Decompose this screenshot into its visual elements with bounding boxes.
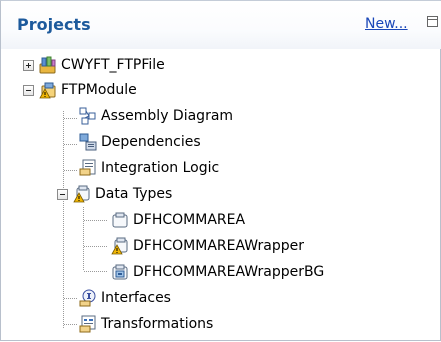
tree-connector <box>64 118 78 119</box>
interfaces-icon <box>79 289 97 307</box>
tree-item-label: Integration Logic <box>101 160 220 176</box>
business-graph-icon <box>111 263 129 281</box>
collapse-toggle[interactable] <box>23 85 34 96</box>
expand-toggle[interactable] <box>23 60 34 71</box>
tree-item-label: Transformations <box>101 316 214 332</box>
tree-item-label: DFHCOMMAREAWrapper <box>133 238 304 254</box>
data-types-warning-icon <box>73 185 91 203</box>
tree-item-cwyft-ftpfile[interactable]: CWYFT_FTPFile <box>39 53 165 77</box>
tree-item-assembly-diagram[interactable]: Assembly Diagram <box>79 104 233 128</box>
business-object-icon <box>111 211 129 229</box>
collapse-toggle[interactable] <box>57 189 68 200</box>
dependencies-icon <box>79 133 97 151</box>
tree-item-dfhcommarea[interactable]: DFHCOMMAREA <box>111 208 245 232</box>
tree-connector <box>64 324 78 325</box>
tree-item-transformations[interactable]: Transformations <box>79 312 213 336</box>
tree-item-label: DFHCOMMAREAWrapperBG <box>133 264 325 280</box>
library-project-icon <box>39 56 57 74</box>
tree-item-data-types[interactable]: Data Types <box>73 182 172 206</box>
tree-connector <box>64 170 78 171</box>
tree-connector <box>64 298 78 299</box>
tree-item-label: Data Types <box>95 186 173 202</box>
tree-item-ftpmodule[interactable]: FTPModule <box>39 78 137 102</box>
tree-item-integration-logic[interactable]: Integration Logic <box>79 156 219 180</box>
project-tree: CWYFT_FTPFile FTPModule Assembly Diagram… <box>1 1 441 342</box>
integration-logic-icon <box>79 159 97 177</box>
tree-connector <box>84 271 108 272</box>
tree-connector <box>64 144 78 145</box>
tree-item-label: Assembly Diagram <box>101 108 234 124</box>
tree-item-label: Interfaces <box>101 290 171 306</box>
tree-item-label: Dependencies <box>101 134 201 150</box>
tree-item-label: CWYFT_FTPFile <box>61 57 165 73</box>
tree-item-dfhcommareawrapper[interactable]: DFHCOMMAREAWrapper <box>111 234 304 258</box>
tree-item-dfhcommareawrapperbg[interactable]: DFHCOMMAREAWrapperBG <box>111 260 324 284</box>
tree-connector <box>84 246 108 247</box>
tree-connector <box>83 207 84 271</box>
tree-item-dependencies[interactable]: Dependencies <box>79 130 201 154</box>
transformations-icon <box>79 315 97 333</box>
tree-item-label: FTPModule <box>61 82 137 98</box>
tree-item-interfaces[interactable]: Interfaces <box>79 286 171 310</box>
module-project-warning-icon <box>39 81 57 99</box>
tree-connector <box>84 220 108 221</box>
business-object-warning-icon <box>111 237 129 255</box>
tree-item-label: DFHCOMMAREA <box>133 212 246 228</box>
assembly-diagram-icon <box>79 107 97 125</box>
projects-panel: Projects New... CWYFT_FTPFile FTPModule … <box>0 0 441 341</box>
